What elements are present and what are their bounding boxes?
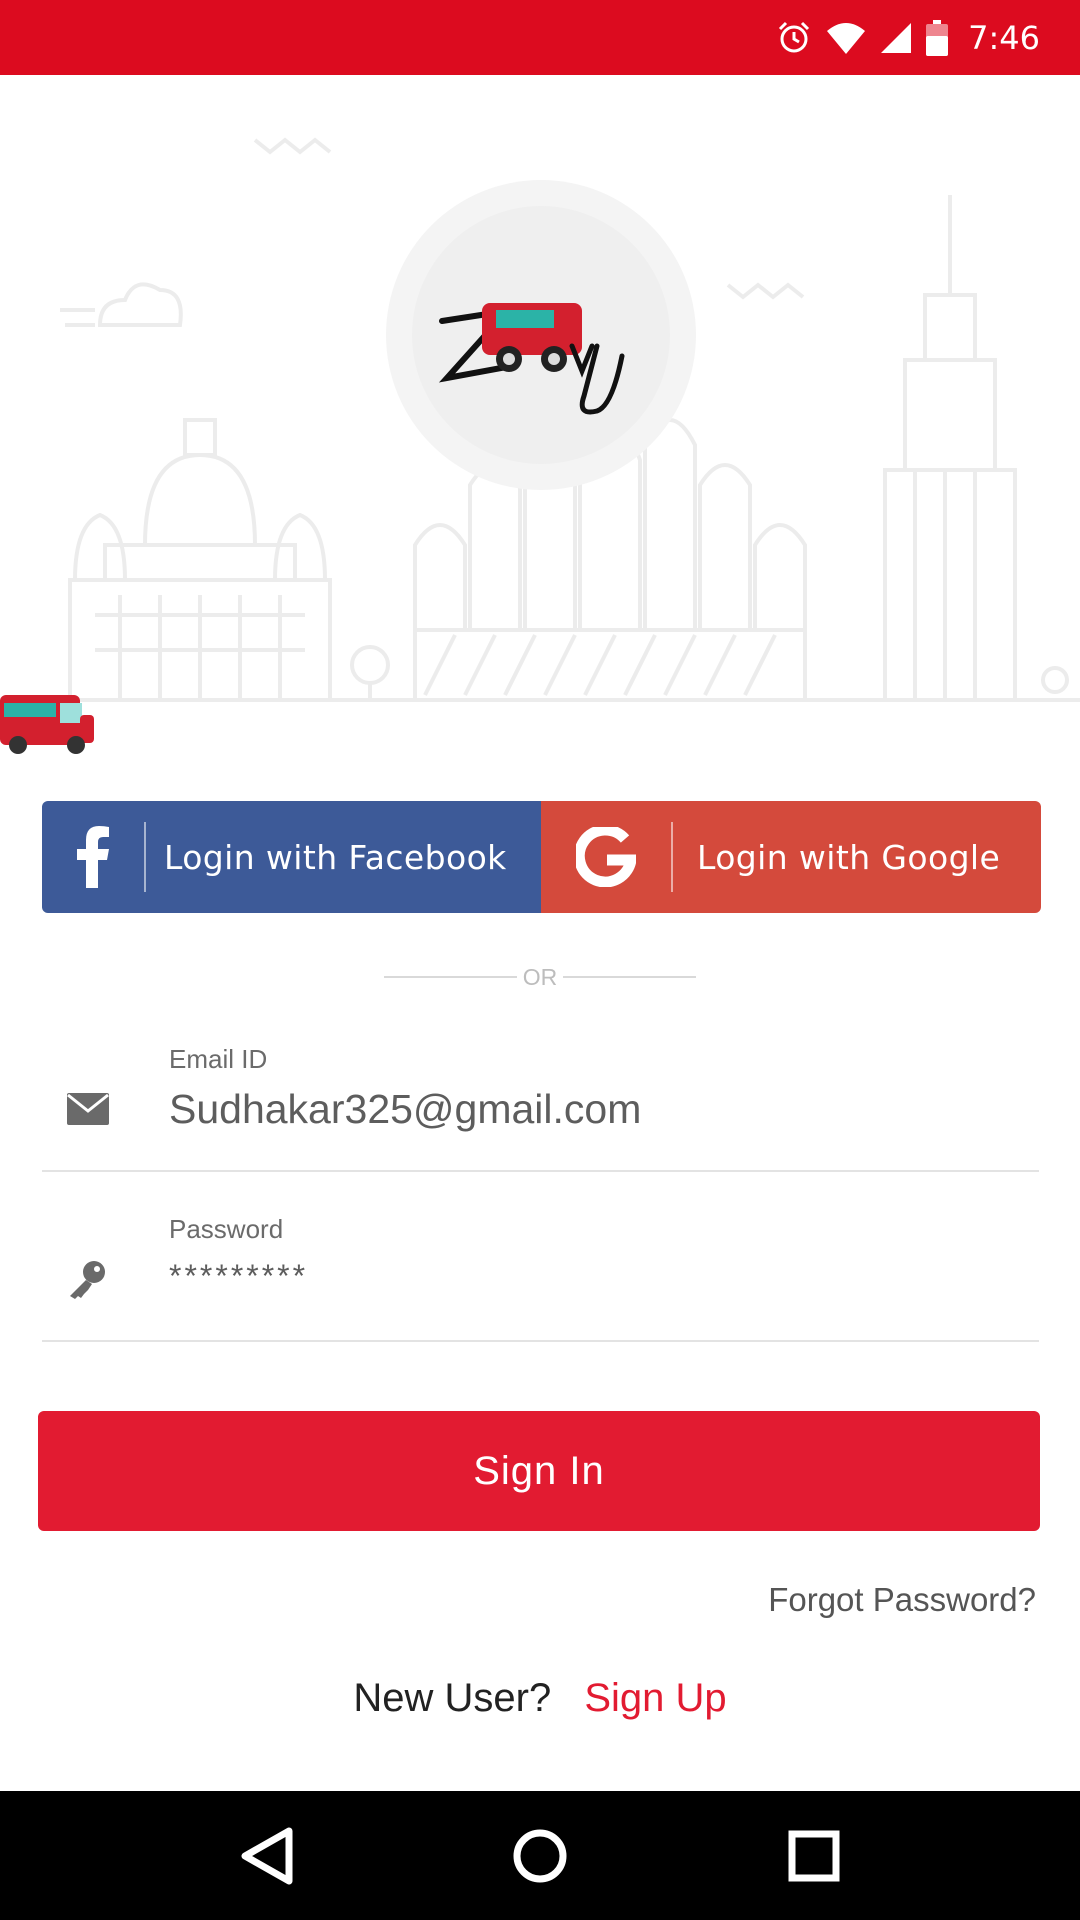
alarm-icon [779, 21, 810, 52]
signal-icon [881, 22, 912, 53]
status-icons: 7:46 [776, 0, 1040, 75]
wifi-icon [827, 22, 866, 54]
logo-circle [386, 180, 696, 490]
password-input[interactable]: ********* [169, 1258, 308, 1295]
back-button[interactable] [232, 1821, 302, 1891]
home-icon [513, 1829, 567, 1883]
google-icon [576, 827, 636, 887]
new-user-text: New User? [353, 1676, 552, 1720]
social-login-group: Login with Facebook Login with Google [42, 801, 1041, 913]
recents-button[interactable] [779, 1821, 849, 1891]
password-field[interactable]: Password ********* [42, 1170, 1039, 1342]
key-icon [66, 1258, 108, 1304]
status-time: 7:46 [968, 18, 1040, 57]
status-bar: 7:46 [0, 0, 1080, 75]
hero-illustration [0, 75, 1080, 755]
new-user-row: New User? Sign Up [0, 1676, 1080, 1721]
or-divider: OR [384, 962, 696, 992]
google-login-button[interactable]: Login with Google [541, 801, 1041, 913]
email-field[interactable]: Email ID Sudhakar325@gmail.com [42, 1000, 1039, 1172]
email-input[interactable]: Sudhakar325@gmail.com [169, 1086, 641, 1133]
sign-up-link[interactable]: Sign Up [584, 1676, 726, 1720]
battery-icon [926, 19, 949, 56]
forgot-password-link[interactable]: Forgot Password? [768, 1581, 1036, 1619]
email-label: Email ID [169, 1044, 268, 1074]
recents-icon [788, 1830, 840, 1882]
sign-in-button[interactable]: Sign In [38, 1411, 1040, 1531]
envelope-icon [66, 1092, 110, 1130]
navigation-bar [0, 1791, 1080, 1920]
back-icon [241, 1827, 293, 1885]
facebook-login-label: Login with Facebook [164, 837, 507, 877]
facebook-login-button[interactable]: Login with Facebook [42, 801, 541, 913]
facebook-icon [77, 826, 109, 888]
password-label: Password [169, 1214, 284, 1244]
or-text: OR [522, 963, 558, 990]
google-login-label: Login with Google [697, 837, 1001, 877]
zoozy-logo [438, 303, 625, 415]
food-truck-illustration [0, 695, 94, 754]
home-button[interactable] [505, 1821, 575, 1891]
